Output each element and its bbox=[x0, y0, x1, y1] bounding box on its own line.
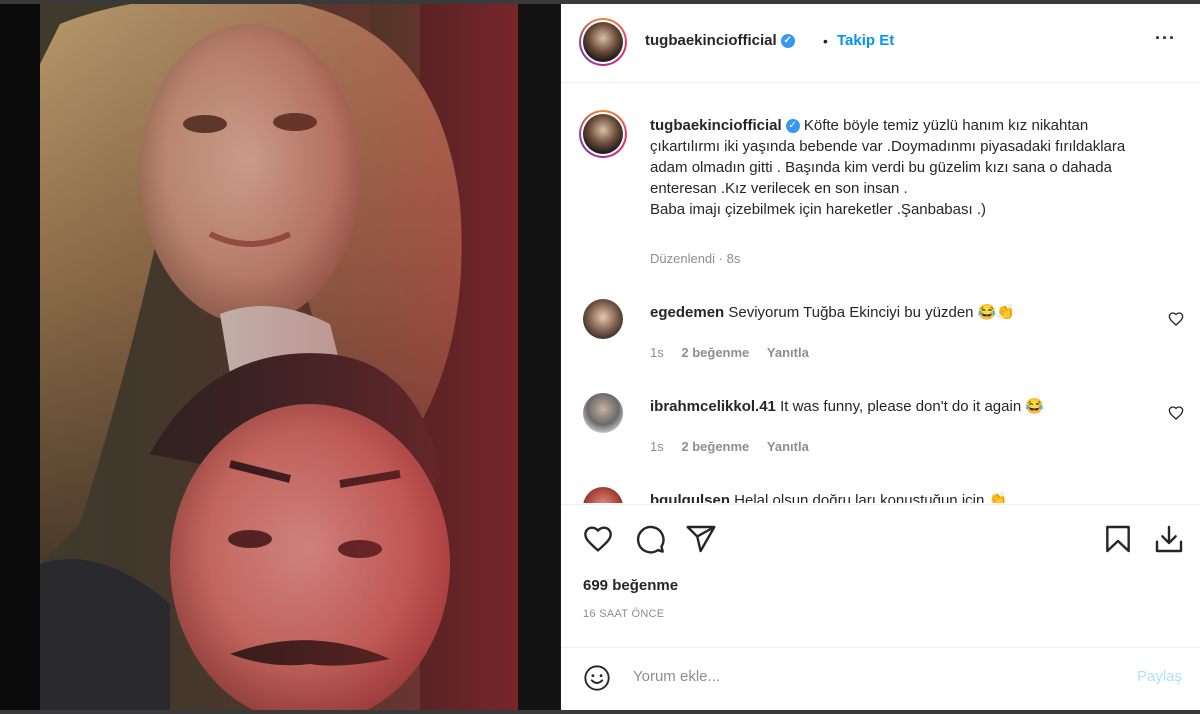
emoji-icon[interactable] bbox=[583, 664, 611, 692]
caption-dot: · bbox=[718, 251, 724, 266]
comment-input[interactable]: Yorum ekle... bbox=[633, 668, 720, 685]
bottom-strip bbox=[0, 710, 1200, 714]
heart-icon[interactable] bbox=[582, 523, 614, 555]
header-separator: • bbox=[823, 33, 828, 49]
comment-age: 1s bbox=[650, 345, 664, 360]
comment-likes[interactable]: 2 beğenme bbox=[681, 439, 749, 454]
follow-button[interactable]: Takip Et bbox=[837, 32, 894, 49]
likes-count[interactable]: 699 beğenme bbox=[583, 577, 678, 594]
comment-age: 1s bbox=[650, 439, 664, 454]
comment-item: bgulgulsen Helal olsun doğru ları konuşt… bbox=[650, 491, 1130, 503]
comment-meta: 1s 2 beğenme Yanıtla bbox=[650, 439, 809, 454]
comment-icon[interactable] bbox=[634, 523, 666, 555]
comment-like-heart-icon[interactable] bbox=[1168, 405, 1184, 421]
caption-meta: Düzenlendi · 8s bbox=[650, 251, 740, 266]
caption-age: 8s bbox=[726, 251, 741, 266]
caption-text-line2: Baba imajı çizebilmek için hareketler .Ş… bbox=[650, 201, 986, 218]
comment-avatar[interactable] bbox=[583, 487, 623, 503]
author-username[interactable]: tugbaekinciofficial ✓ bbox=[645, 32, 795, 49]
comment-username[interactable]: egedemen bbox=[650, 304, 724, 321]
comment-username[interactable]: ibrahmcelikkol.41 bbox=[650, 398, 776, 415]
comment-meta: 1s 2 beğenme Yanıtla bbox=[650, 345, 809, 360]
photo-illustration bbox=[40, 4, 518, 710]
verified-badge-icon: ✓ bbox=[780, 34, 795, 49]
reply-button[interactable]: Yanıtla bbox=[767, 439, 809, 454]
download-icon[interactable] bbox=[1153, 523, 1185, 555]
comment-item: egedemen Seviyorum Tuğba Ekinciyi bu yüz… bbox=[650, 303, 1130, 323]
comment-text: Helal olsun doğru ları konuştuğun için 👏 bbox=[734, 492, 1008, 503]
post-time: 16 SAAT ÖNCE bbox=[583, 608, 665, 620]
post-header: tugbaekinciofficial ✓ • Takip Et ··· bbox=[561, 4, 1200, 83]
comment-item: ibrahmcelikkol.41 It was funny, please d… bbox=[650, 397, 1130, 417]
post-actions: 699 beğenme 16 SAAT ÖNCE Yorum ekle... P… bbox=[561, 504, 1200, 705]
caption-username[interactable]: tugbaekinciofficial bbox=[650, 117, 782, 134]
comment-text: It was funny, please don't do it again 😂 bbox=[780, 398, 1044, 415]
add-comment-bar: Yorum ekle... Paylaş bbox=[561, 647, 1200, 706]
comment-username[interactable]: bgulgulsen bbox=[650, 492, 730, 503]
caption-edited: Düzenlendi bbox=[650, 251, 716, 266]
comments-list[interactable]: tugbaekinciofficial ✓ Köfte böyle temiz y… bbox=[561, 83, 1200, 503]
post-photo[interactable] bbox=[40, 4, 518, 710]
comment-avatar[interactable] bbox=[583, 299, 623, 339]
bookmark-icon[interactable] bbox=[1102, 523, 1134, 555]
post-panel: tugbaekinciofficial ✓ • Takip Et ··· tugb… bbox=[561, 4, 1200, 710]
comment-likes[interactable]: 2 beğenme bbox=[681, 345, 749, 360]
comment-avatar[interactable] bbox=[583, 393, 623, 433]
caption-avatar[interactable] bbox=[579, 110, 627, 158]
caption-verified-icon: ✓ bbox=[785, 119, 800, 134]
media-background-edge bbox=[518, 4, 560, 710]
share-icon[interactable] bbox=[685, 523, 717, 555]
post-caption: tugbaekinciofficial ✓ Köfte böyle temiz y… bbox=[650, 115, 1160, 220]
reply-button[interactable]: Yanıtla bbox=[767, 345, 809, 360]
comment-text: Seviyorum Tuğba Ekinciyi bu yüzden 😂👏 bbox=[728, 304, 1016, 321]
more-options-icon[interactable]: ··· bbox=[1155, 28, 1176, 49]
post-media bbox=[0, 4, 560, 710]
comment-like-heart-icon[interactable] bbox=[1168, 311, 1184, 327]
post-comment-button[interactable]: Paylaş bbox=[1137, 668, 1182, 685]
author-avatar[interactable] bbox=[579, 18, 627, 66]
